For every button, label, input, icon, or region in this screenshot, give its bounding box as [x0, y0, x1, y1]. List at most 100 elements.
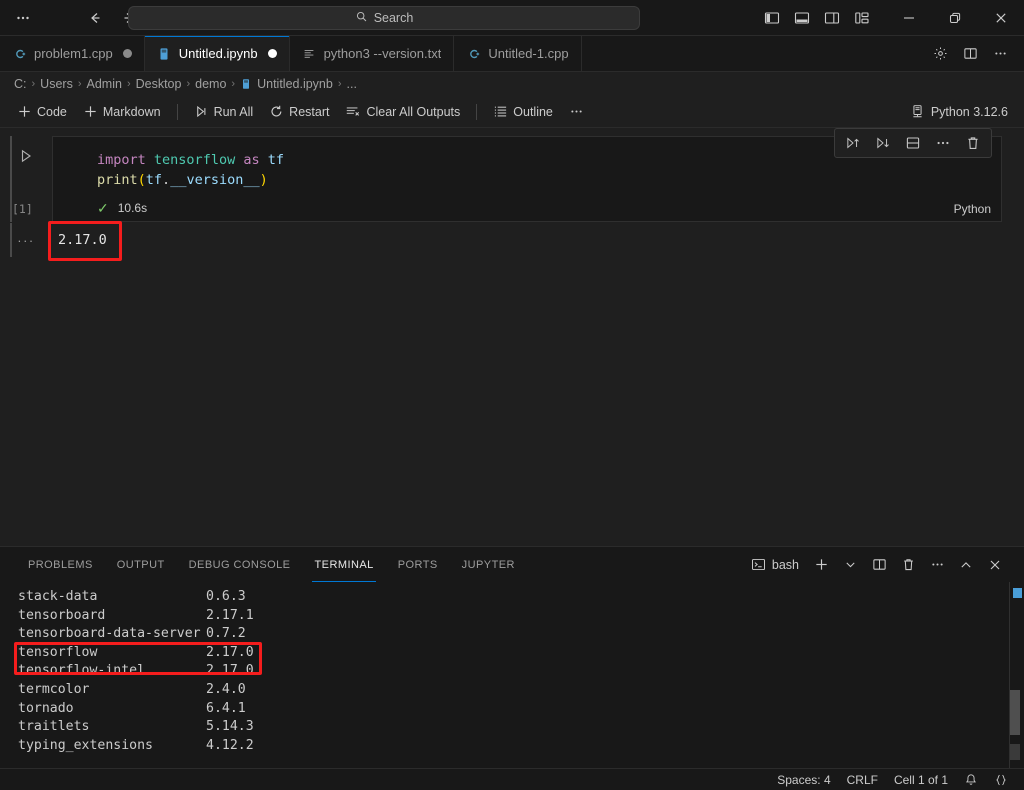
application-menu-button[interactable]: [8, 5, 38, 31]
chevron-up-icon[interactable]: [953, 553, 979, 577]
title-bar-right: [758, 0, 1024, 35]
trash-icon[interactable]: [959, 131, 987, 155]
run-all-icon: [194, 104, 209, 119]
outline-button[interactable]: Outline: [486, 100, 560, 124]
split-cell-icon[interactable]: [899, 131, 927, 155]
layout-sidebar-right-icon[interactable]: [818, 5, 846, 31]
chevron-down-icon[interactable]: [837, 553, 863, 577]
editor-tab-untitled-ipynb[interactable]: Untitled.ipynb: [144, 36, 290, 71]
breadcrumb-item-desktop[interactable]: Desktop: [136, 77, 182, 91]
toolbar-label: Markdown: [102, 104, 161, 119]
success-check-icon: ✓: [97, 200, 109, 216]
status-eol[interactable]: CRLF: [839, 769, 886, 790]
terminal-instance-chip[interactable]: bash: [749, 557, 805, 572]
terminal-row: tensorflow 2.17.0: [18, 644, 1024, 663]
breadcrumb-item-users[interactable]: Users: [40, 77, 73, 91]
breadcrumb-separator: ›: [186, 78, 191, 90]
scrollbar-thumb[interactable]: [1010, 690, 1020, 735]
panel-tab-jupyter[interactable]: JUPYTER: [450, 547, 527, 582]
output-more-actions-button[interactable]: ···: [17, 233, 35, 248]
terminal-row: traitlets 5.14.3: [18, 718, 1024, 737]
terminal-output: stack-data 0.6.3 tensorboard 2.17.1 tensor…: [0, 582, 1024, 755]
code-object-tf: tf: [145, 172, 163, 188]
search-input[interactable]: Search: [128, 6, 640, 30]
kernel-icon: [910, 104, 925, 119]
window-controls: [886, 0, 1024, 35]
panel-tab-debug-console[interactable]: DEBUG CONSOLE: [177, 547, 303, 582]
status-indentation[interactable]: Spaces: 4: [769, 769, 838, 790]
cpp-file-icon: [466, 46, 481, 61]
code-paren-open: (: [137, 172, 146, 188]
editor-tab-python3-version-txt[interactable]: python3 --version.txt: [289, 36, 455, 71]
breadcrumb-item-overflow[interactable]: ...: [347, 77, 357, 91]
cell-language-label[interactable]: Python: [954, 202, 991, 216]
gear-icon[interactable]: [926, 41, 954, 67]
trash-icon[interactable]: [895, 553, 921, 577]
terminal-icon: [751, 557, 766, 572]
breadcrumb-item-drive[interactable]: C:: [14, 77, 27, 91]
editor-tab-bar: problem1.cpp Untitled.ipynb python3 --ve…: [0, 36, 1024, 72]
layout-customize-icon[interactable]: [848, 5, 876, 31]
braces-icon[interactable]: [986, 769, 1016, 790]
output-focus-indicator: [10, 223, 12, 257]
panel-tab-ports[interactable]: PORTS: [386, 547, 450, 582]
run-all-button[interactable]: Run All: [187, 100, 261, 124]
scrollbar-thumb-secondary[interactable]: [1010, 744, 1020, 760]
run-above-icon[interactable]: [839, 131, 867, 155]
package-name: tensorflow-intel: [18, 663, 146, 679]
editor-tabs: problem1.cpp Untitled.ipynb python3 --ve…: [0, 36, 582, 71]
breadcrumb-item-file[interactable]: Untitled.ipynb: [240, 77, 333, 91]
ellipsis-icon[interactable]: [986, 41, 1014, 67]
notebook-toolbar: Code Markdown Run All Restart Clear All: [0, 96, 1024, 128]
layout-panel-icon[interactable]: [788, 5, 816, 31]
minimize-button[interactable]: [886, 0, 932, 35]
status-cell-position[interactable]: Cell 1 of 1: [886, 769, 956, 790]
panel-tab-output[interactable]: OUTPUT: [105, 547, 177, 582]
editor-tab-label: python3 --version.txt: [323, 46, 442, 61]
notebook-file-icon: [240, 78, 252, 90]
cell-output-row: ··· 2.17.0: [0, 221, 1024, 261]
terminal-panel[interactable]: stack-data 0.6.3 tensorboard 2.17.1 tensor…: [0, 582, 1024, 768]
tab-dirty-indicator[interactable]: [122, 49, 132, 58]
add-code-cell-button[interactable]: Code: [10, 100, 74, 124]
notebook-more-actions-button[interactable]: [562, 100, 591, 124]
terminal-name-label: bash: [771, 557, 799, 572]
close-button[interactable]: [978, 0, 1024, 35]
split-terminal-icon[interactable]: [866, 553, 892, 577]
terminal-scrollbar[interactable]: [1010, 582, 1020, 768]
editor-tab-problem1-cpp[interactable]: problem1.cpp: [0, 36, 145, 71]
ellipsis-icon: [569, 104, 584, 119]
layout-sidebar-left-icon[interactable]: [758, 5, 786, 31]
panel-tab-terminal[interactable]: TERMINAL: [302, 547, 385, 582]
kernel-label: Python 3.12.6: [930, 104, 1008, 119]
clear-all-outputs-button[interactable]: Clear All Outputs: [338, 100, 467, 124]
back-button[interactable]: [80, 5, 110, 31]
restore-button[interactable]: [932, 0, 978, 35]
close-icon[interactable]: [982, 553, 1008, 577]
panel-tab-problems[interactable]: PROBLEMS: [16, 547, 105, 582]
editor-tab-untitled-1-cpp[interactable]: Untitled-1.cpp: [454, 36, 582, 71]
ellipsis-icon[interactable]: [929, 131, 957, 155]
bell-icon[interactable]: [956, 769, 986, 790]
kernel-picker[interactable]: Python 3.12.6: [910, 104, 1014, 119]
add-markdown-cell-button[interactable]: Markdown: [76, 100, 168, 124]
package-name: stack-data: [18, 589, 98, 604]
breadcrumb-item-demo[interactable]: demo: [195, 77, 226, 91]
cell-output-text: 2.17.0: [58, 232, 107, 248]
split-editor-icon[interactable]: [956, 41, 984, 67]
breadcrumb-separator: ›: [126, 78, 131, 90]
code-module-tensorflow: tensorflow: [153, 152, 236, 168]
plus-icon[interactable]: [808, 553, 834, 577]
breadcrumb-item-admin[interactable]: Admin: [87, 77, 122, 91]
run-below-icon[interactable]: [869, 131, 897, 155]
restart-kernel-button[interactable]: Restart: [262, 100, 336, 124]
tab-dirty-indicator[interactable]: [267, 49, 277, 58]
package-name: tensorboard-data-server: [18, 626, 201, 642]
search-placeholder-text: Search: [373, 11, 414, 25]
ellipsis-icon[interactable]: [924, 553, 950, 577]
cell-execution-status: ✓ 10.6s: [97, 201, 147, 215]
package-version: 0.6.3: [206, 589, 246, 604]
play-icon[interactable]: [14, 145, 38, 167]
title-bar: Search: [0, 0, 1024, 36]
code-paren-close: ): [259, 172, 268, 188]
